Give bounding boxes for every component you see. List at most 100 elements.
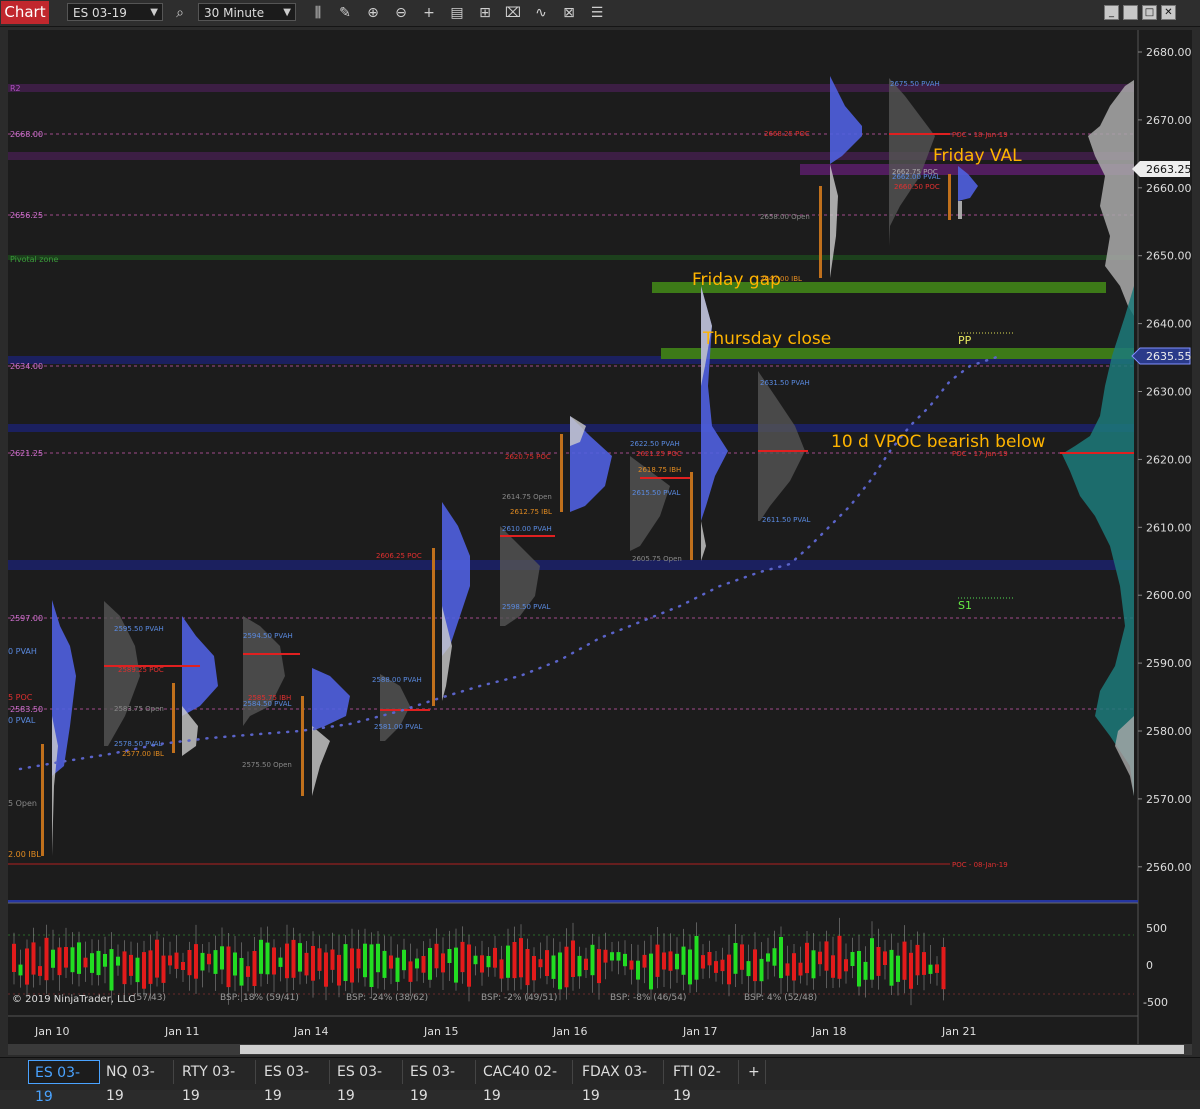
data-box-icon[interactable]: ☰ [587,3,607,23]
chevron-down-icon: ▼ [283,7,291,18]
price-tick: 2600.00 [1146,589,1192,602]
indicator-bar [103,954,107,967]
close-button[interactable]: ✕ [1161,5,1176,20]
tab-es-03-19[interactable]: ES 03-19 [28,1060,100,1105]
profile-label: 2581.00 PVAL [374,723,423,731]
indicator-bar [18,964,23,976]
indicator-bar [642,954,647,968]
add-tab-button[interactable]: + [742,1060,766,1084]
properties-icon[interactable]: ▤ [447,3,467,23]
tab-es-03-19-3[interactable]: ES 03-19 [331,1060,403,1104]
tab-es-03-19-2[interactable]: ES 03-19 [258,1060,330,1104]
pp-label: PP [958,334,972,347]
indicator-bar [473,955,478,965]
tab-nq-03-19[interactable]: NQ 03-19 [100,1060,174,1104]
bar-type-icon[interactable]: ⫼ [308,3,328,23]
indicator-tick: 500 [1146,922,1167,935]
price-tick: 2610.00 [1146,521,1192,534]
zoom-out-icon[interactable]: ⊖ [391,3,411,23]
profile-label: 2668.25 POC [764,130,810,138]
indicator-bar [168,955,172,966]
search-icon[interactable]: ⌕ [170,3,190,23]
instrument-select[interactable]: ES 03-19 ▼ [67,3,163,21]
indicator-bar [818,951,822,965]
template-icon[interactable]: ⊞ [475,3,495,23]
indicator-bar [876,947,881,976]
left-open-label: 5 Open [8,799,37,808]
indicator-bar [616,952,621,961]
indicator-bar [233,952,237,976]
indicator-bar [246,966,250,977]
profile-label: 2610.00 PVAH [502,525,552,533]
indicator-bar [655,944,660,977]
time-label: Jan 14 [293,1025,328,1038]
indicator-bar [96,950,101,976]
indicator-bar [395,957,400,982]
indicator-bar [590,944,595,976]
r2-zone [8,84,1134,92]
indicator-bar [772,948,777,966]
indicator-bar [870,938,874,980]
crosshair-icon[interactable]: + [419,3,439,23]
indicator-bar [337,954,341,986]
tab-fdax-03-19[interactable]: FDAX 03-19 [576,1060,664,1104]
indicator-bar [766,953,770,962]
price-tick: 2660.00 [1146,182,1192,195]
indicator-bar [623,953,627,967]
indicator-bar [532,956,536,981]
tab-fti-02-19[interactable]: FTI 02-19 [667,1060,739,1104]
zoom-in-icon[interactable]: ⊕ [363,3,383,23]
indicator-bar [90,953,94,973]
strategy-icon[interactable]: ⌧ [503,3,523,23]
indicator-icon[interactable]: ∿ [531,3,551,23]
indicator-bar [558,952,562,990]
bsp-label: BSP: -8% (46/54) [610,993,686,1003]
indicator-bar [350,948,354,983]
scrollbar-thumb[interactable] [240,1045,1184,1054]
restore-button[interactable] [1123,5,1138,20]
indicator-bar [330,949,335,970]
indicator-bar [662,952,666,970]
price-tick: 2680.00 [1146,46,1192,59]
indicator-bar [213,950,218,974]
profile-label: 2675.50 PVAH [890,80,940,88]
indicator-bar [759,958,764,982]
chart-trader-icon[interactable]: ⊠ [559,3,579,23]
tab-es-03-19-4[interactable]: ES 03-19 [404,1060,476,1104]
level-2668-label: 2668.00 [10,130,43,139]
indicator-bar [883,951,887,965]
chart-canvas[interactable]: Friday VAL Friday gap Thursday close 10 … [0,26,1200,1070]
indicator-bar [265,942,270,975]
indicator-bar [239,958,244,986]
horizontal-scrollbar[interactable] [8,1044,1192,1055]
indicator-bar [785,963,790,976]
tab-rty-03-19[interactable]: RTY 03-19 [176,1060,256,1104]
poc-08-marker: POC - 08-Jan-19 [952,861,1008,869]
interval-select[interactable]: 30 Minute ▼ [198,3,296,21]
profile-label: 2631.50 PVAH [760,379,810,387]
indicator-bar [363,943,367,978]
profile-label: 2620.75 POC [505,453,551,461]
indicator-bar [902,941,907,980]
indicator-bar [38,966,42,976]
indicator-bar [688,949,692,985]
indicator-bar [798,962,803,976]
indicator-bar [12,943,16,972]
maximize-button[interactable]: □ [1142,5,1157,20]
indicator-bar [311,946,315,981]
profile-label: 2594.50 PVAH [243,632,293,640]
indicator-bar [844,959,848,972]
tab-cac40-02-19[interactable]: CAC40 02-19 [477,1060,573,1104]
indicator-bar [467,944,471,987]
indicator-bar [831,955,835,978]
draw-pencil-icon[interactable]: ✎ [335,3,355,23]
indicator-bar [649,953,653,990]
indicator-bar [200,952,205,971]
friday-val-label: Friday VAL [933,146,1022,166]
indicator-bar [148,950,153,984]
minimize-button[interactable]: _ [1104,5,1119,20]
profile-label: 2595.50 PVAH [114,625,164,633]
left-ibl-label: 2.00 IBL [8,850,41,859]
level-2597-label: 2597.00 [10,614,43,623]
indicator-bar [220,946,224,970]
